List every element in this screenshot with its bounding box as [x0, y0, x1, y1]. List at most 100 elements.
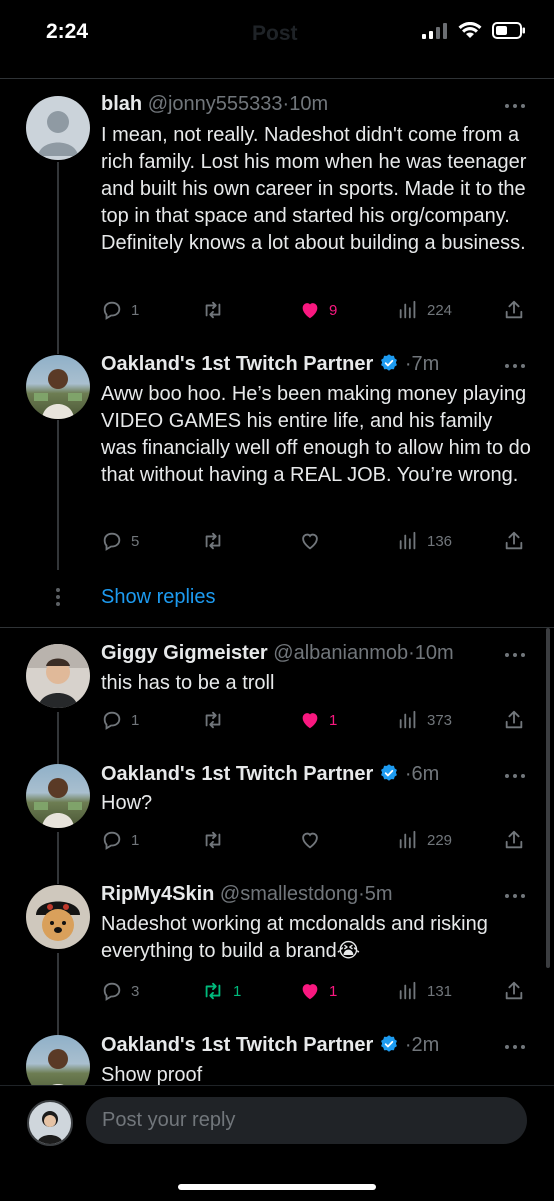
tweet-time[interactable]: 2m [411, 1034, 439, 1056]
status-icons [422, 21, 526, 44]
avatar[interactable] [26, 885, 90, 949]
reply-button[interactable]: 5 [101, 529, 139, 553]
views-icon [399, 981, 416, 1000]
scrollbar[interactable] [546, 628, 550, 968]
author-handle[interactable]: @smallestdong [220, 883, 358, 905]
reply-icon [103, 831, 121, 850]
reply-input[interactable] [86, 1097, 527, 1144]
author-handle[interactable]: @albanianmob [273, 642, 408, 664]
like-button[interactable]: 9 [299, 298, 337, 322]
repost-icon [205, 982, 221, 1000]
more-icon[interactable] [503, 362, 527, 370]
repost-button[interactable] [201, 298, 225, 322]
more-icon[interactable] [503, 1043, 527, 1051]
thread-line [57, 712, 59, 764]
share-button[interactable] [503, 708, 525, 732]
more-icon[interactable] [503, 102, 527, 110]
wifi-icon [458, 21, 482, 44]
author-name[interactable]: Oakland's 1st Twitch Partner [101, 1034, 373, 1056]
tweet-header: blah @jonny555333·10m [101, 93, 328, 116]
verified-icon [379, 1034, 399, 1060]
share-icon [505, 531, 523, 550]
like-button[interactable] [299, 828, 321, 852]
reply-icon [103, 532, 121, 551]
like-button[interactable]: 1 [299, 979, 337, 1003]
views-icon [399, 830, 416, 849]
avatar[interactable] [26, 764, 90, 828]
avatar[interactable] [26, 96, 90, 160]
share-button[interactable] [503, 298, 525, 322]
tweet-actions: 1 229 [101, 828, 527, 852]
battery-icon [492, 22, 526, 44]
thread-line [57, 162, 59, 354]
status-time: 2:24 [46, 20, 89, 43]
views-button[interactable]: 224 [397, 298, 452, 322]
tweet-header: Oakland's 1st Twitch Partner ·6m [101, 763, 439, 789]
share-icon [505, 300, 523, 319]
author-name[interactable]: Oakland's 1st Twitch Partner [101, 353, 373, 375]
share-icon [505, 981, 523, 1000]
status-bar: 2:24 [0, 0, 554, 70]
like-count: 9 [329, 301, 338, 319]
author-name[interactable]: Giggy Gigmeister [101, 642, 268, 664]
tweet-time[interactable]: 6m [411, 763, 439, 785]
view-count: 229 [427, 831, 453, 849]
reply-button[interactable]: 1 [101, 708, 139, 732]
tweet-time[interactable]: 5m [365, 883, 393, 905]
signal-icon [422, 22, 448, 44]
tweet-actions: 5 136 [101, 529, 527, 553]
reply-count: 1 [131, 301, 140, 319]
repost-button[interactable] [201, 529, 225, 553]
like-button[interactable] [299, 529, 321, 553]
tweet-text: Aww boo hoo. He’s been making money play… [101, 383, 531, 486]
tweet-actions: 1 1 373 [101, 708, 527, 732]
author-name[interactable]: blah [101, 93, 142, 115]
tweet-header: RipMy4Skin @smallestdong·5m [101, 883, 393, 906]
repost-icon [205, 532, 221, 550]
views-button[interactable]: 373 [397, 708, 452, 732]
reply-button[interactable]: 1 [101, 828, 139, 852]
reply-button[interactable]: 3 [101, 979, 139, 1003]
share-button[interactable] [503, 529, 525, 553]
author-name[interactable]: Oakland's 1st Twitch Partner [101, 763, 373, 785]
avatar[interactable] [26, 355, 90, 419]
repost-button[interactable] [201, 708, 225, 732]
more-icon[interactable] [503, 772, 527, 780]
reply-button[interactable]: 1 [101, 298, 139, 322]
separator-dot: · [408, 642, 415, 664]
reply-icon [103, 982, 121, 1001]
like-button[interactable]: 1 [299, 708, 337, 732]
more-icon[interactable] [503, 892, 527, 900]
view-count: 224 [427, 301, 453, 319]
share-button[interactable] [503, 828, 525, 852]
author-handle[interactable]: @jonny555333 [148, 93, 283, 115]
tweet-text: this has to be a troll [101, 672, 275, 694]
tweet-text: Nadeshot working at mcdonalds and riskin… [101, 913, 488, 962]
repost-button[interactable]: 1 [201, 979, 241, 1003]
reply-count: 1 [131, 711, 140, 729]
thread-line [57, 420, 59, 570]
views-button[interactable]: 229 [397, 828, 452, 852]
tweet-text: I mean, not really. Nadeshot didn't come… [101, 124, 527, 254]
author-name[interactable]: RipMy4Skin [101, 883, 214, 905]
heart-icon [302, 533, 318, 550]
tweet-text: How? [101, 792, 153, 814]
my-avatar[interactable] [27, 1100, 73, 1146]
tweet-time[interactable]: 10m [289, 93, 328, 115]
avatar[interactable] [26, 644, 90, 708]
repost-icon [205, 711, 221, 729]
tweet-time[interactable]: 7m [411, 353, 439, 375]
show-replies-link[interactable]: Show replies [101, 586, 216, 609]
views-icon [399, 531, 416, 550]
views-button[interactable]: 131 [397, 979, 452, 1003]
repost-button[interactable] [201, 828, 225, 852]
tweet-actions: 3 1 1 131 [101, 979, 527, 1003]
share-button[interactable] [503, 979, 525, 1003]
view-count: 131 [427, 982, 453, 1000]
repost-count: 1 [233, 982, 242, 1000]
more-icon[interactable] [503, 651, 527, 659]
tweet-actions: 1 9 224 [101, 298, 527, 322]
tweet-time[interactable]: 10m [415, 642, 454, 664]
views-button[interactable]: 136 [397, 529, 452, 553]
home-indicator[interactable] [178, 1184, 376, 1190]
